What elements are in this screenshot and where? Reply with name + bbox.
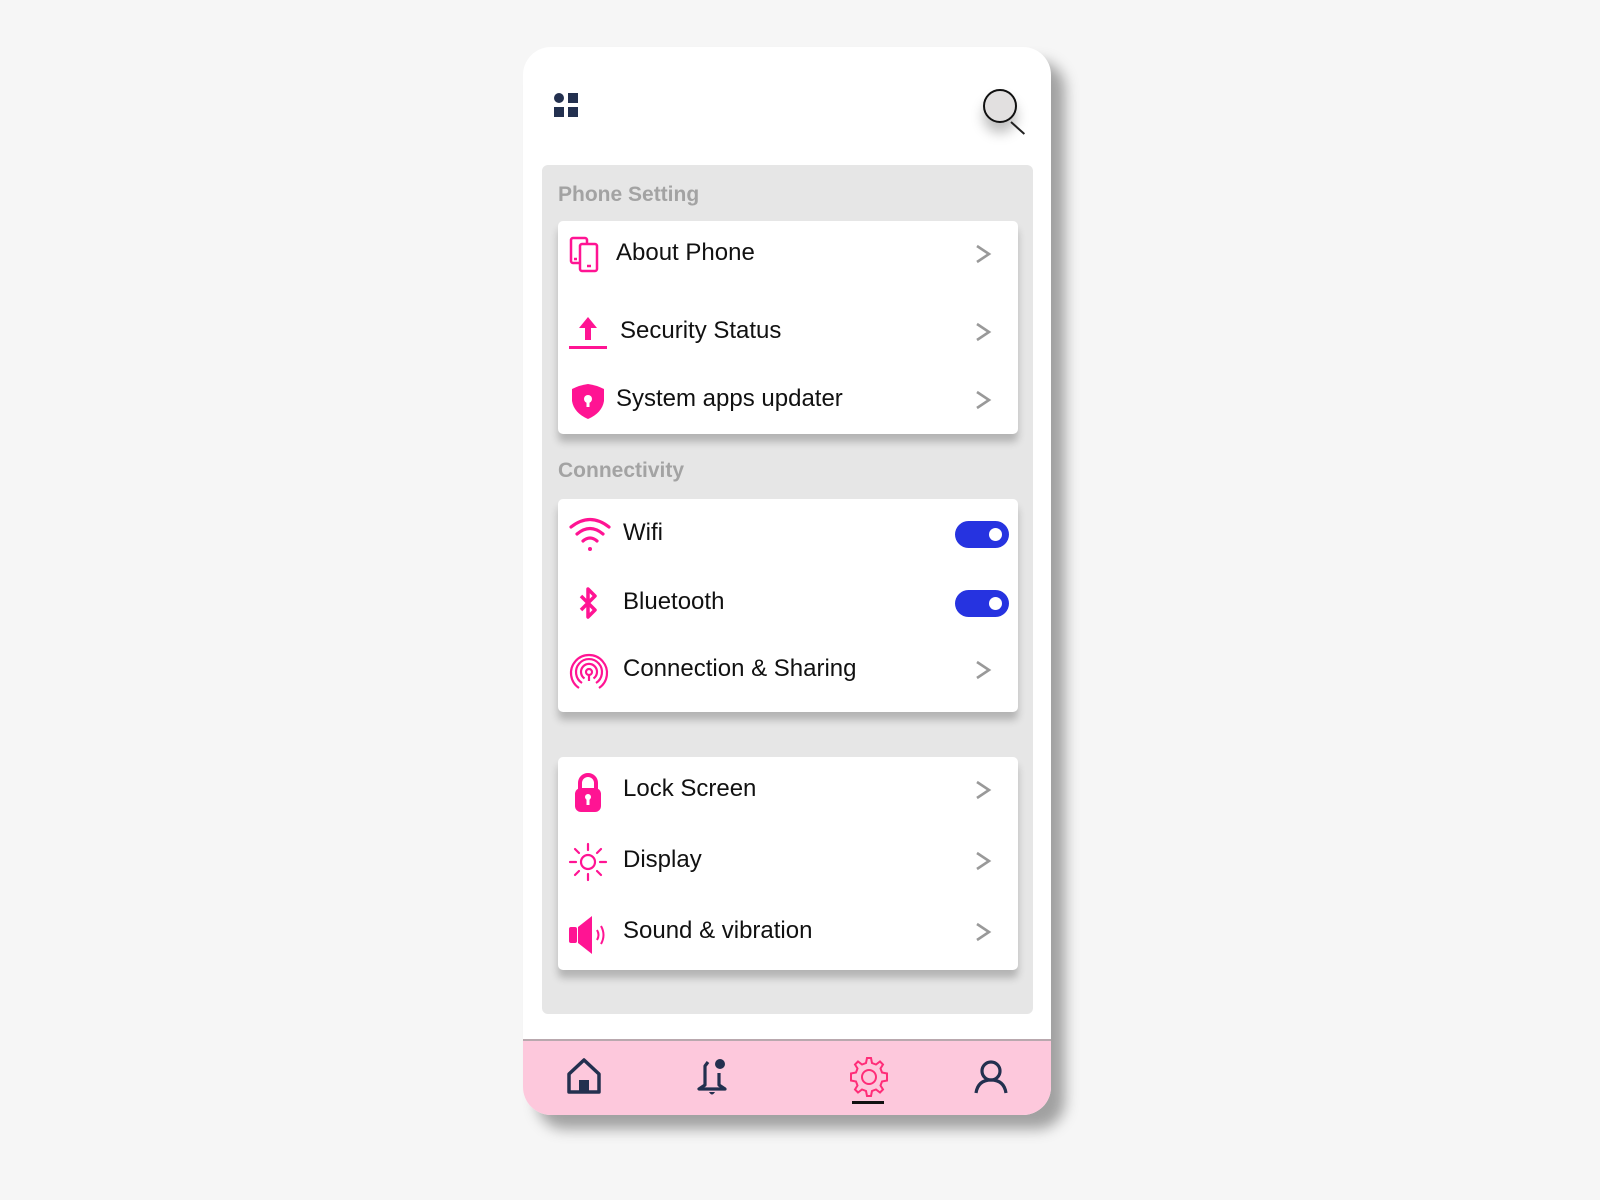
- phone-frame: Phone Setting About Phone Security Statu…: [523, 47, 1051, 1115]
- broadcast-icon: [568, 651, 609, 691]
- chevron-right-icon: [972, 850, 994, 872]
- row-label: System apps updater: [616, 385, 843, 412]
- card-phone-setting: About Phone Security Status System apps …: [558, 221, 1018, 434]
- row-label: Bluetooth: [623, 588, 725, 615]
- nav-home[interactable]: [563, 1055, 605, 1097]
- top-bar: [523, 47, 1051, 165]
- row-security-status[interactable]: Security Status: [558, 303, 1018, 359]
- row-label: Display: [623, 846, 702, 873]
- wifi-icon: [568, 515, 611, 555]
- chevron-right-icon: [972, 243, 994, 265]
- chevron-right-icon: [972, 779, 994, 801]
- active-tab-indicator: [852, 1101, 884, 1104]
- nav-profile[interactable]: [970, 1055, 1012, 1097]
- chevron-right-icon: [972, 389, 994, 411]
- search-icon-handle: [1010, 121, 1026, 135]
- nav-notifications[interactable]: [691, 1055, 733, 1097]
- bell-icon: [697, 1059, 727, 1095]
- row-label: Wifi: [623, 519, 663, 546]
- row-bluetooth[interactable]: Bluetooth: [558, 574, 1018, 630]
- upload-icon: [568, 313, 608, 353]
- row-about-phone[interactable]: About Phone: [558, 225, 1018, 281]
- row-sound-vibration[interactable]: Sound & vibration: [558, 903, 1018, 959]
- card-connectivity: Wifi Bluetooth Connection & Sharing: [558, 499, 1018, 712]
- chevron-right-icon: [972, 321, 994, 343]
- chevron-right-icon: [972, 921, 994, 943]
- card-device: Lock Screen Display Sound & vibration: [558, 757, 1018, 970]
- row-system-apps-updater[interactable]: System apps updater: [558, 371, 1018, 427]
- row-label: Lock Screen: [623, 775, 757, 802]
- row-label: Sound & vibration: [623, 917, 813, 944]
- bottom-nav: [523, 1039, 1051, 1115]
- row-lock-screen[interactable]: Lock Screen: [558, 761, 1018, 817]
- toggle-knob: [989, 528, 1002, 541]
- user-icon: [974, 1060, 1008, 1094]
- wifi-toggle[interactable]: [955, 521, 1009, 548]
- search-icon: [983, 89, 1017, 123]
- row-label: Connection & Sharing: [623, 655, 857, 682]
- shield-lock-icon: [568, 381, 608, 421]
- row-wifi[interactable]: Wifi: [558, 505, 1018, 561]
- bluetooth-icon: [568, 584, 608, 624]
- bluetooth-toggle[interactable]: [955, 590, 1009, 617]
- chevron-right-icon: [972, 659, 994, 681]
- brightness-icon: [568, 842, 608, 882]
- devices-icon: [568, 235, 608, 275]
- home-icon: [567, 1058, 601, 1094]
- section-title-connectivity: Connectivity: [558, 459, 685, 482]
- lock-icon: [568, 771, 608, 812]
- row-label: Security Status: [620, 317, 782, 344]
- row-connection-sharing[interactable]: Connection & Sharing: [558, 641, 1018, 697]
- nav-settings[interactable]: [847, 1055, 889, 1097]
- search-button[interactable]: [978, 85, 1026, 135]
- section-title-phone-setting: Phone Setting: [558, 183, 700, 206]
- speaker-icon: [568, 913, 608, 954]
- apps-grid-icon[interactable]: [553, 92, 581, 120]
- toggle-knob: [989, 597, 1002, 610]
- settings-panel: Phone Setting About Phone Security Statu…: [542, 165, 1033, 1014]
- row-display[interactable]: Display: [558, 832, 1018, 888]
- row-label: About Phone: [616, 239, 755, 266]
- gear-icon: [850, 1057, 888, 1097]
